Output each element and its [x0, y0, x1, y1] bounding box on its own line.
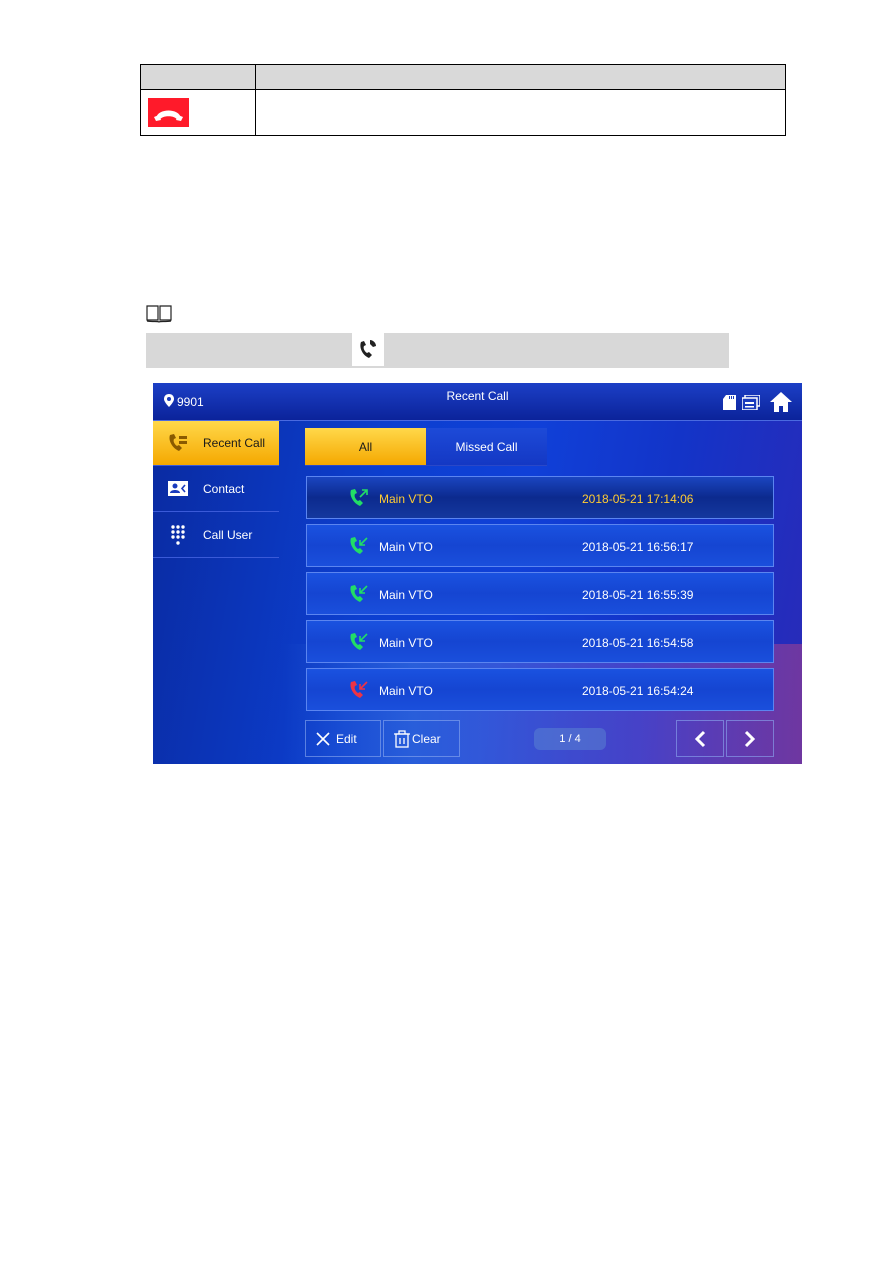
table-column-divider: [255, 65, 256, 135]
incoming-call-icon: [349, 585, 369, 606]
call-time: 2018-05-21 16:56:17: [582, 540, 694, 554]
sd-card-icon: [723, 394, 736, 415]
tab-missed-call[interactable]: Missed Call: [426, 428, 547, 466]
sidebar: Recent Call Contact Call User: [153, 421, 279, 558]
caller-name: Main VTO: [379, 684, 433, 698]
sidebar-item-label: Call User: [203, 527, 253, 542]
caller-name: Main VTO: [379, 636, 433, 650]
trash-icon: [393, 729, 411, 748]
sidebar-item-contact[interactable]: Contact: [153, 466, 279, 512]
call-row[interactable]: Main VTO 2018-05-21 16:55:39: [306, 572, 774, 615]
call-time: 2018-05-21 16:54:24: [582, 684, 694, 698]
top-bar: 9901 Recent Call: [153, 383, 802, 421]
tab-all[interactable]: All: [305, 428, 426, 466]
previous-page-button[interactable]: [676, 720, 724, 757]
screen-title: Recent Call: [446, 389, 509, 403]
outgoing-call-icon: [349, 489, 369, 510]
incoming-call-icon: [349, 537, 369, 558]
clear-label: Clear: [412, 731, 441, 746]
call-icon: [352, 333, 384, 366]
note-bar: [146, 333, 729, 368]
chevron-right-icon: [744, 730, 756, 748]
edit-button[interactable]: Edit: [305, 720, 381, 757]
table-header-row: [141, 65, 785, 90]
call-time: 2018-05-21 17:14:06: [582, 492, 694, 506]
incoming-call-icon: [349, 633, 369, 654]
call-time: 2018-05-21 16:55:39: [582, 588, 694, 602]
close-icon: [316, 731, 330, 746]
sidebar-item-call-user[interactable]: Call User: [153, 512, 279, 558]
message-icon[interactable]: [741, 393, 761, 415]
call-row[interactable]: Main VTO 2018-05-21 16:56:17: [306, 524, 774, 567]
caller-name: Main VTO: [379, 492, 433, 506]
edit-label: Edit: [336, 731, 357, 746]
call-filter-tabs: All Missed Call: [305, 428, 547, 466]
hang-up-icon: [148, 98, 189, 127]
call-row[interactable]: Main VTO 2018-05-21 16:54:58: [306, 620, 774, 663]
book-icon: [145, 303, 173, 328]
call-row[interactable]: Main VTO 2018-05-21 17:14:06: [306, 476, 774, 519]
device-screen: 9901 Recent Call Recent Call Contact Cal…: [153, 383, 802, 764]
list-footer: Edit Clear 1 / 4: [305, 720, 802, 758]
icon-description-table: [140, 64, 786, 136]
chevron-left-icon: [694, 730, 706, 748]
call-row[interactable]: Main VTO 2018-05-21 16:54:24: [306, 668, 774, 711]
caller-name: Main VTO: [379, 588, 433, 602]
call-list: Main VTO 2018-05-21 17:14:06 Main VTO 20…: [306, 476, 774, 716]
call-time: 2018-05-21 16:54:58: [582, 636, 694, 650]
recent-call-icon: [153, 434, 203, 452]
sidebar-item-label: Recent Call: [203, 436, 266, 450]
missed-call-icon: [349, 681, 369, 702]
next-page-button[interactable]: [726, 720, 774, 757]
keypad-icon: [153, 524, 203, 546]
contact-icon: [153, 481, 203, 496]
page-indicator: 1 / 4: [534, 728, 606, 750]
sidebar-item-label: Contact: [203, 481, 245, 496]
home-icon[interactable]: [770, 392, 792, 417]
sidebar-item-recent-call[interactable]: Recent Call: [153, 421, 279, 466]
clear-button[interactable]: Clear: [383, 720, 460, 757]
caller-name: Main VTO: [379, 540, 433, 554]
